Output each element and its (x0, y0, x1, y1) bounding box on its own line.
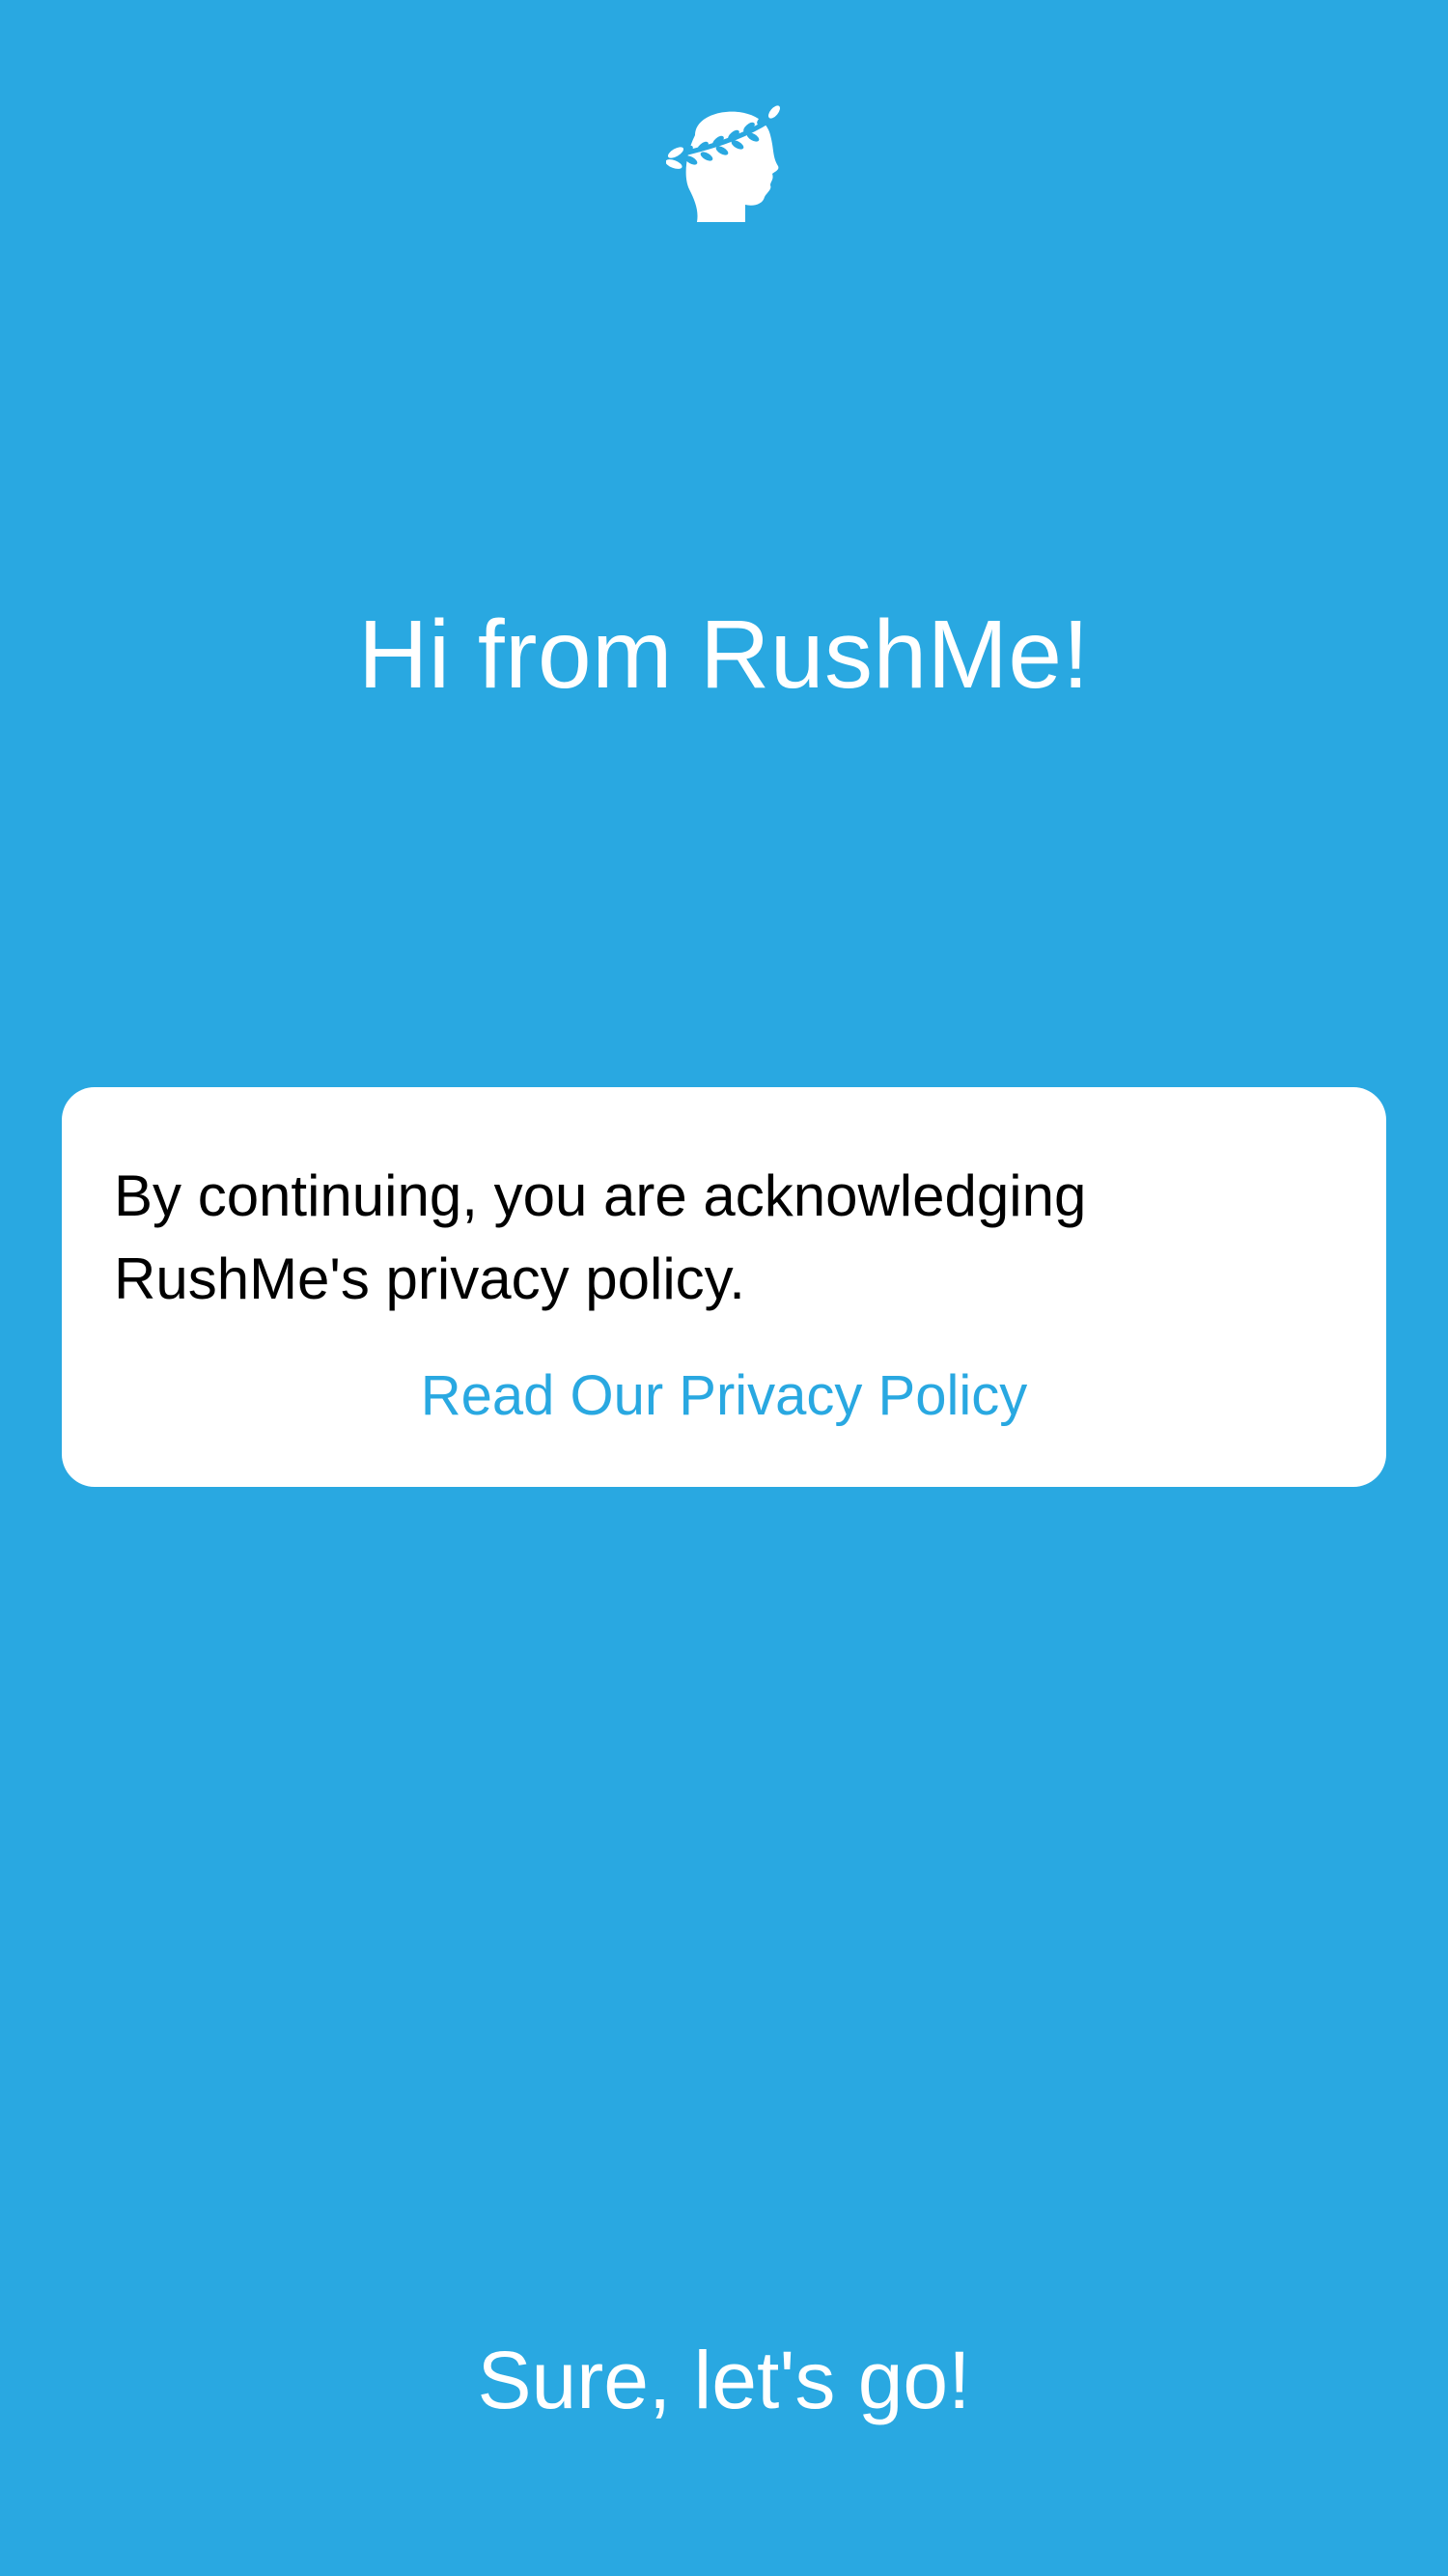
continue-button[interactable]: Sure, let's go! (386, 2317, 1062, 2443)
welcome-screen: Hi from RushMe! By continuing, you are a… (0, 0, 1448, 2576)
laurel-head-icon (666, 97, 782, 227)
privacy-card: By continuing, you are acknowledging Rus… (62, 1087, 1386, 1487)
privacy-message: By continuing, you are acknowledging Rus… (114, 1163, 1087, 1311)
read-privacy-policy-link[interactable]: Read Our Privacy Policy (62, 1358, 1386, 1435)
welcome-title: Hi from RushMe! (358, 601, 1090, 709)
